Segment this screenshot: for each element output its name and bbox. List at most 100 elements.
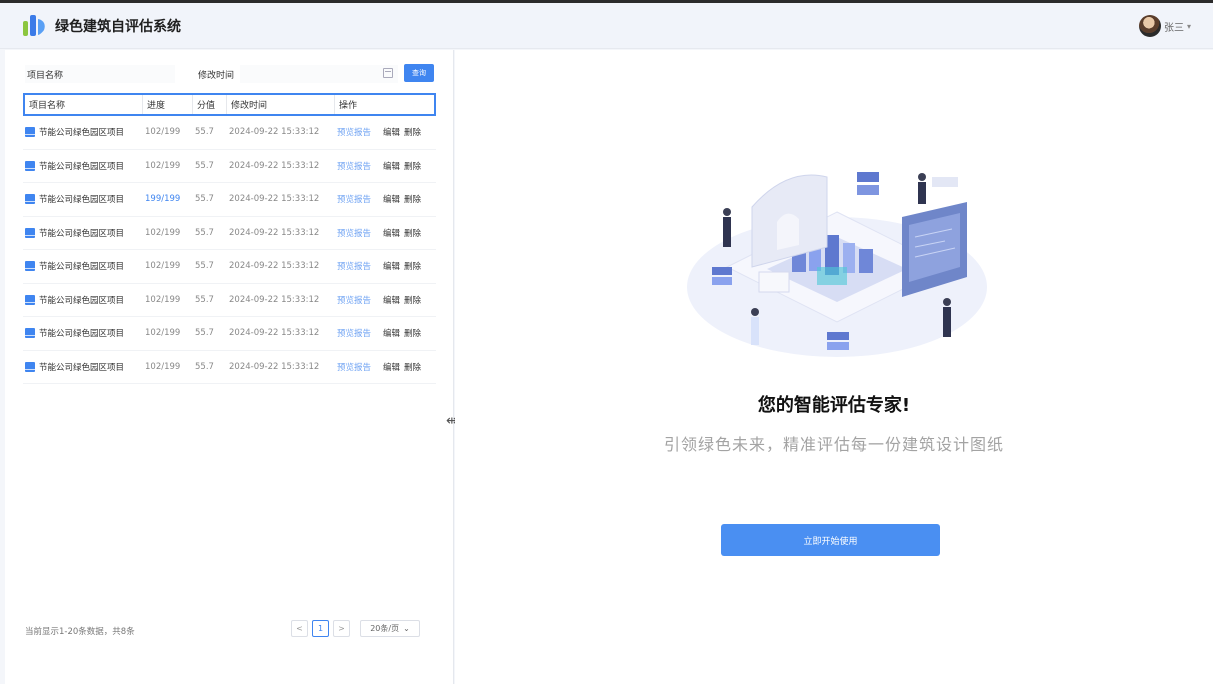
edit-link[interactable]: 编辑 [383,361,400,373]
file-icon [25,127,35,138]
next-page-button[interactable]: > [333,620,350,637]
isometric-city-illustration [687,172,987,357]
score-cell: 55.7 [195,294,214,305]
modify-time-cell: 2024-09-22 15:33:12 [229,127,320,138]
user-name: 张三 [1163,22,1184,34]
file-icon [25,261,35,272]
delete-link[interactable]: 删除 [404,294,421,306]
progress-cell: 102/199 [145,227,181,238]
project-name-filter[interactable]: 项目名称 [25,65,175,83]
table-header: 项目名称 进度 分值 修改时间 操作 [23,93,436,116]
project-name-cell[interactable]: 节能公司绿色园区项目 [23,160,141,172]
edit-link[interactable]: 编辑 [383,193,400,205]
hero-subline: 引领绿色未来，精准评估每一份建筑设计图纸 [663,435,1004,454]
delete-link[interactable]: 删除 [404,361,421,373]
preview-report-link[interactable]: 预览报告 [337,126,371,138]
table-row[interactable]: 节能公司绿色园区项目 102/199 55.7 2024-09-22 15:33:12… [23,317,436,351]
progress-cell: 102/199 [145,127,181,138]
delete-link[interactable]: 删除 [404,260,421,272]
modify-time-cell: 2024-09-22 15:33:12 [229,361,320,372]
column-header-score: 分值 [193,95,227,114]
prev-page-button[interactable]: < [291,620,308,637]
table-body: 节能公司绿色园区项目 102/199 55.7 2024-09-22 15:33:12… [23,116,436,384]
modify-time-cell: 2024-09-22 15:33:12 [229,160,320,171]
delete-link[interactable]: 删除 [404,327,421,339]
delete-link[interactable]: 删除 [404,227,421,239]
table-row[interactable]: 节能公司绿色园区项目 102/199 55.7 2024-09-22 15:33:12… [23,150,436,183]
app-header: 绿色建筑自评估系统 张三 ▾ [0,3,1213,49]
delete-link[interactable]: 删除 [404,193,421,205]
app-logo-icon [23,15,45,36]
user-menu[interactable]: 张三 ▾ [1138,15,1191,37]
table-row[interactable]: 节能公司绿色园区项目 102/199 55.7 2024-09-22 15:33:12… [23,217,436,250]
file-icon [25,294,35,305]
chevron-down-icon: ▾ [1186,21,1191,31]
project-name-cell[interactable]: 节能公司绿色园区项目 [23,327,141,339]
modify-time-label: 修改时间 [198,70,235,81]
edit-link[interactable]: 编辑 [383,327,400,339]
file-icon [25,194,35,205]
app-title: 绿色建筑自评估系统 [55,19,181,35]
project-name: 节能公司绿色园区项目 [39,329,125,340]
progress-cell: 102/199 [145,160,181,171]
project-name: 节能公司绿色园区项目 [39,262,125,273]
modify-time-filter: 修改时间 [198,65,398,83]
score-cell: 55.7 [195,194,214,205]
hero-headline: 您的智能评估专家! [757,395,911,416]
edit-link[interactable]: 编辑 [383,227,400,239]
project-name-cell[interactable]: 节能公司绿色园区项目 [23,193,141,205]
score-cell: 55.7 [195,328,214,339]
page-size-select[interactable]: 20条/页 ⌄ [360,620,420,637]
project-table: 项目名称 进度 分值 修改时间 操作 节能公司绿色园区项目 102/199 55.7… [23,93,436,384]
column-header-ops: 操作 [339,101,358,111]
avatar[interactable] [1138,15,1161,37]
table-row[interactable]: 节能公司绿色园区项目 102/199 55.7 2024-09-22 15:33:12… [23,351,436,384]
progress-cell: 102/199 [145,294,181,305]
table-row[interactable]: 节能公司绿色园区项目 102/199 55.7 2024-09-22 15:33:12… [23,116,436,150]
preview-report-link[interactable]: 预览报告 [337,327,371,339]
modify-time-cell: 2024-09-22 15:33:12 [229,328,320,339]
preview-report-link[interactable]: 预览报告 [337,193,371,205]
edit-link[interactable]: 编辑 [383,126,400,138]
score-cell: 55.7 [195,227,214,238]
progress-cell: 102/199 [145,328,181,339]
page-size-value: 20条/页 [370,624,400,633]
modify-time-input[interactable] [240,65,398,83]
pagination-summary: 当前显示1-20条数据，共8条 [25,627,135,637]
start-using-button[interactable]: 立即开始使用 [721,524,940,556]
edit-link[interactable]: 编辑 [383,260,400,272]
table-row[interactable]: 节能公司绿色园区项目 102/199 55.7 2024-09-22 15:33:12… [23,284,436,317]
preview-report-link[interactable]: 预览报告 [337,160,371,172]
project-name-cell[interactable]: 节能公司绿色园区项目 [23,126,141,138]
edit-link[interactable]: 编辑 [383,294,400,306]
query-button[interactable]: 查询 [404,64,434,82]
page-button-1[interactable]: 1 [312,620,329,637]
delete-link[interactable]: 删除 [404,126,421,138]
progress-cell: 199/199 [145,194,181,205]
pagination: < 1 > 20条/页 ⌄ [291,620,420,637]
preview-report-link[interactable]: 预览报告 [337,361,371,373]
project-name: 节能公司绿色园区项目 [39,128,125,139]
table-row[interactable]: 节能公司绿色园区项目 199/199 55.7 2024-09-22 15:33:12… [23,183,436,217]
score-cell: 55.7 [195,127,214,138]
preview-report-link[interactable]: 预览报告 [337,227,371,239]
preview-report-link[interactable]: 预览报告 [337,260,371,272]
file-icon [25,328,35,339]
project-name: 节能公司绿色园区项目 [39,195,125,206]
calendar-icon[interactable] [383,68,393,78]
edit-link[interactable]: 编辑 [383,160,400,172]
project-name-cell[interactable]: 节能公司绿色园区项目 [23,294,141,306]
operations-cell: 预览报告 编辑 删除 [333,193,436,205]
modify-time-cell: 2024-09-22 15:33:12 [229,261,320,272]
file-icon [25,227,35,238]
preview-report-link[interactable]: 预览报告 [337,294,371,306]
table-row[interactable]: 节能公司绿色园区项目 102/199 55.7 2024-09-22 15:33:12… [23,250,436,284]
project-name-cell[interactable]: 节能公司绿色园区项目 [23,227,141,239]
modify-time-cell: 2024-09-22 15:33:12 [229,294,320,305]
chevron-down-icon: ⌄ [403,624,410,633]
column-header-name: 项目名称 [25,95,143,114]
project-name-cell[interactable]: 节能公司绿色园区项目 [23,361,141,373]
operations-cell: 预览报告 编辑 删除 [333,327,436,339]
project-name-cell[interactable]: 节能公司绿色园区项目 [23,260,141,272]
delete-link[interactable]: 删除 [404,160,421,172]
